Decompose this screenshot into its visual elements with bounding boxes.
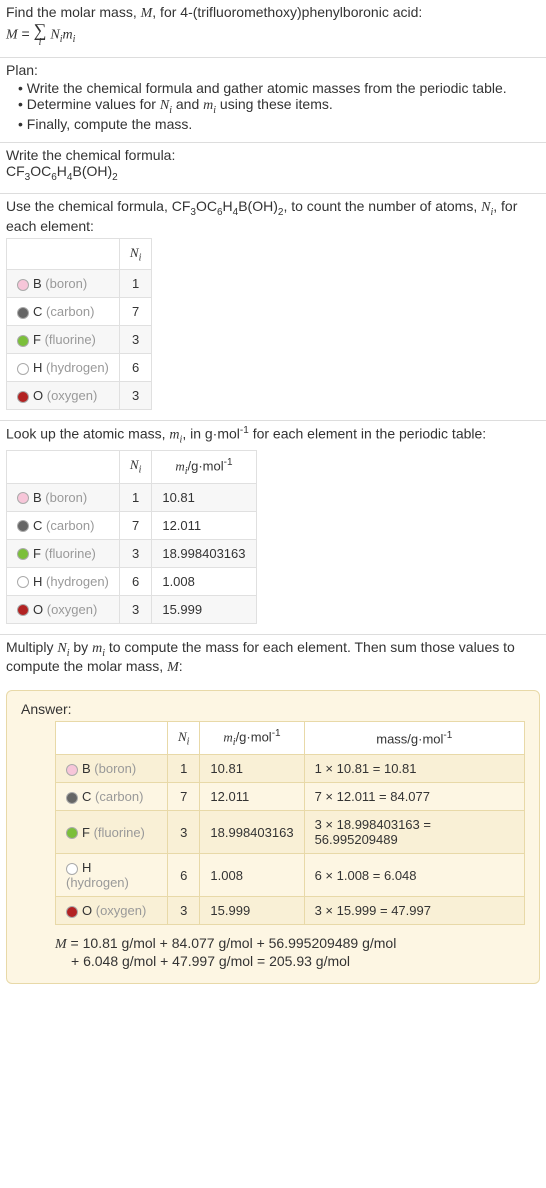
eq-equals: =	[18, 25, 34, 41]
eq-m-sub: i	[73, 34, 76, 45]
step3-text: Look up the atomic mass, mi, in g·mol-1 …	[6, 425, 540, 445]
eq-N: N	[50, 27, 59, 42]
step4-section: Multiply Ni by mi to compute the mass fo…	[0, 635, 546, 687]
table-row: F (fluorine)318.998403163	[7, 539, 257, 567]
intro-line: Find the molar mass, M, for 4-(trifluoro…	[6, 4, 540, 22]
atom-count-table: Ni B (boron)1 C (carbon)7 F (fluorine)3 …	[6, 238, 152, 411]
atomic-mass-table: Ni mi/g·mol-1 B (boron)110.81 C (carbon)…	[6, 450, 257, 624]
plan-item-1: Write the chemical formula and gather at…	[18, 80, 540, 96]
element-swatch	[17, 307, 29, 319]
step1-title: Write the chemical formula:	[6, 147, 540, 163]
table-row: C (carbon)7	[7, 298, 152, 326]
element-swatch	[17, 335, 29, 347]
table-row: H (hydrogen)6	[7, 354, 152, 382]
table-row: O (oxygen)315.9993 × 15.999 = 47.997	[56, 897, 525, 925]
eq-m: m	[63, 27, 73, 42]
table-row: B (boron)110.811 × 10.81 = 10.81	[56, 755, 525, 783]
table-row: O (oxygen)315.999	[7, 595, 257, 623]
step1-section: Write the chemical formula: CF3OC6H4B(OH…	[0, 143, 546, 194]
intro-section: Find the molar mass, M, for 4-(trifluoro…	[0, 0, 546, 58]
step2-section: Use the chemical formula, CF3OC6H4B(OH)2…	[0, 194, 546, 421]
intro-text-1: Find the molar mass,	[6, 4, 141, 20]
table-row: B (boron)110.81	[7, 483, 257, 511]
plan-item-3: Finally, compute the mass.	[18, 116, 540, 132]
plan-section: Plan: Write the chemical formula and gat…	[0, 58, 546, 143]
element-swatch	[17, 279, 29, 291]
table-row: O (oxygen)3	[7, 382, 152, 410]
plan-title: Plan:	[6, 62, 540, 78]
chemical-formula: CF3OC6H4B(OH)2	[6, 163, 540, 183]
answer-box: Answer: Ni mi/g·mol-1 mass/g·mol-1 B (bo…	[6, 690, 540, 984]
table-row: B (boron)1	[7, 270, 152, 298]
answer-title: Answer:	[21, 701, 525, 717]
table-row: H (hydrogen)61.0086 × 1.008 = 6.048	[56, 854, 525, 897]
intro-M: M	[141, 6, 153, 21]
equation: M = ∑i Nimi	[6, 22, 540, 47]
plan-item-2: Determine values for Ni and mi using the…	[18, 96, 540, 116]
plan-list: Write the chemical formula and gather at…	[6, 80, 540, 132]
table-row: F (fluorine)3	[7, 326, 152, 354]
table-row: C (carbon)712.0117 × 12.011 = 84.077	[56, 783, 525, 811]
final-equation: M = 10.81 g/mol + 84.077 g/mol + 56.9952…	[55, 935, 525, 969]
eq-M: M	[6, 27, 18, 42]
table-row: C (carbon)712.011	[7, 511, 257, 539]
step3-section: Look up the atomic mass, mi, in g·mol-1 …	[0, 421, 546, 634]
table-row: H (hydrogen)61.008	[7, 567, 257, 595]
answer-table: Ni mi/g·mol-1 mass/g·mol-1 B (boron)110.…	[55, 721, 525, 925]
intro-text-2: , for 4-(trifluoromethoxy)phenylboronic …	[152, 4, 422, 20]
sum-icon: ∑i	[34, 22, 47, 47]
element-swatch	[17, 363, 29, 375]
element-swatch	[17, 391, 29, 403]
table-row: F (fluorine)318.9984031633 × 18.99840316…	[56, 811, 525, 854]
step2-text: Use the chemical formula, CF3OC6H4B(OH)2…	[6, 198, 540, 234]
